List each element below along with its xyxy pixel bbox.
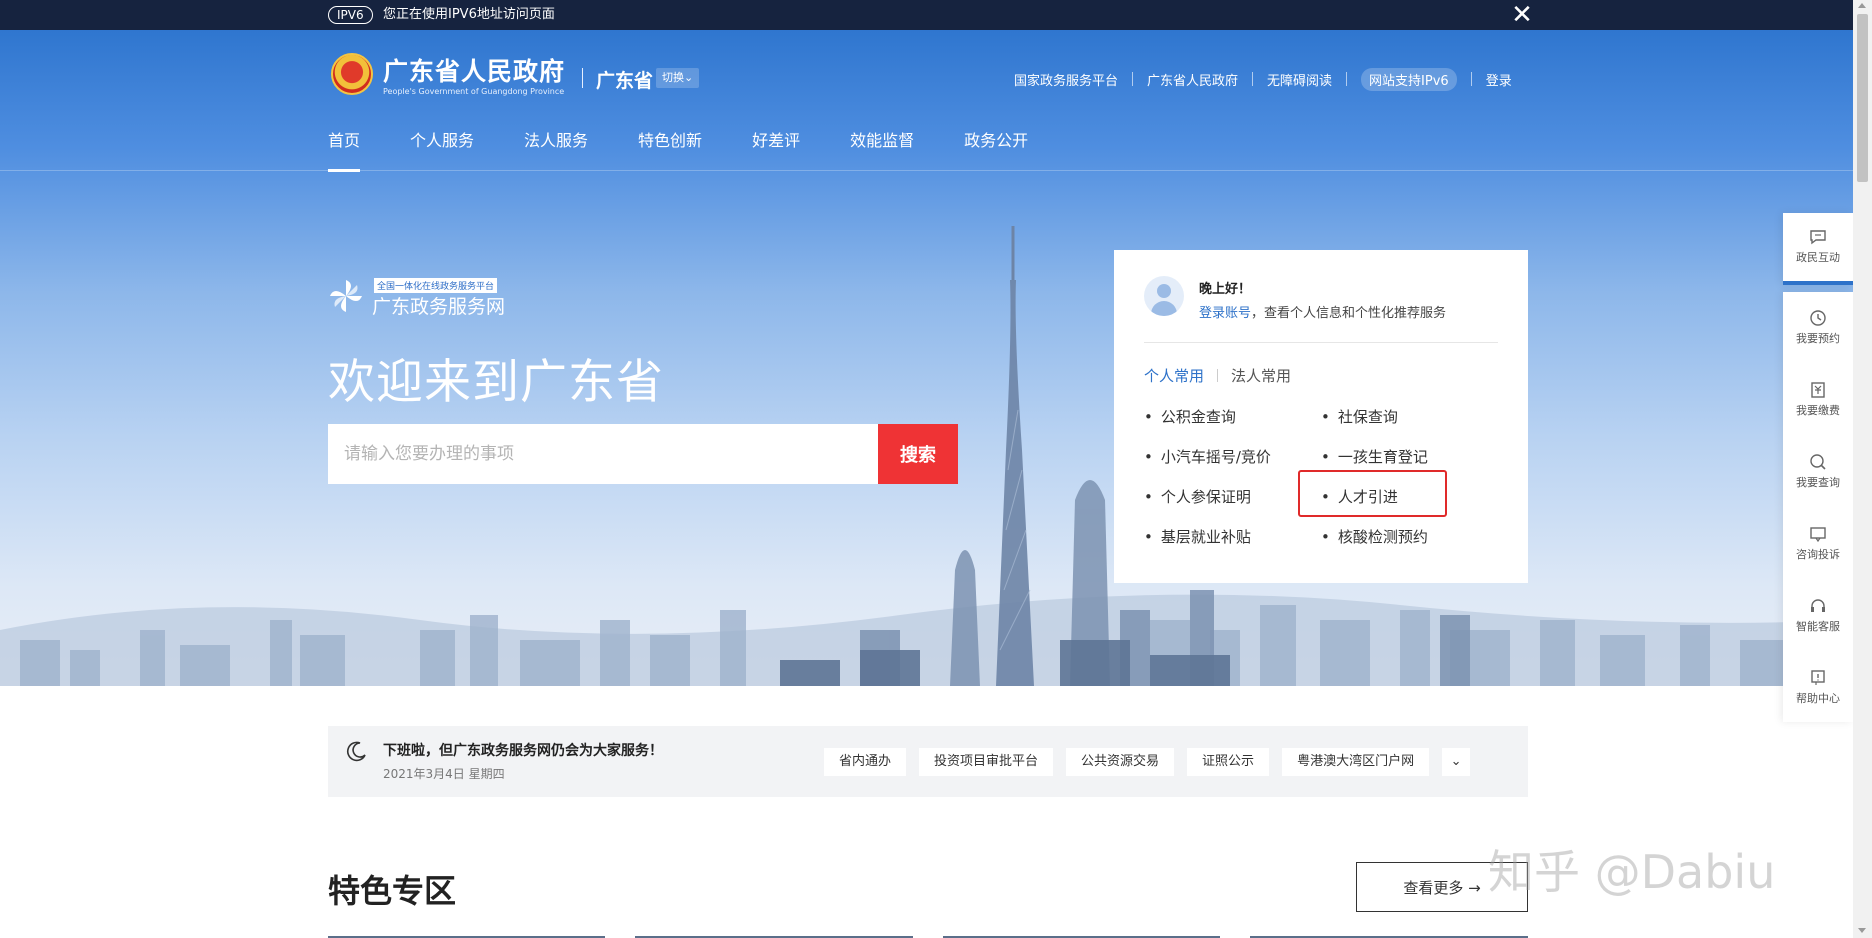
chip-license-publicity[interactable]: 证照公示 — [1187, 748, 1270, 776]
side-item-smart-service[interactable]: 智能客服 — [1783, 590, 1853, 650]
search-icon — [1810, 454, 1826, 470]
side-label: 政民互动 — [1796, 251, 1840, 264]
login-link[interactable]: 登录 — [1486, 70, 1512, 89]
quick-link[interactable]: 个人参保证明 — [1144, 486, 1251, 507]
chip-greater-bay-area[interactable]: 粤港澳大湾区门户网 — [1282, 748, 1430, 776]
chevron-down-icon[interactable]: ⌄ — [1442, 748, 1471, 776]
side-item-query[interactable]: 我要查询 — [1783, 446, 1853, 506]
side-label: 帮助中心 — [1796, 692, 1840, 705]
scroll-up-arrow-icon[interactable] — [1858, 3, 1866, 8]
link-accessibility[interactable]: 无障碍阅读 — [1267, 70, 1332, 89]
watermark: 知乎 @Dabiu — [1488, 845, 1776, 899]
welcome-heading: 欢迎来到广东省 — [328, 355, 664, 410]
moon-icon — [346, 741, 366, 762]
login-prompt-text: ，查看个人信息和个性化推荐服务 — [1251, 306, 1447, 321]
divider — [1346, 72, 1348, 86]
chat-icon — [1810, 230, 1826, 245]
clock-icon — [1810, 310, 1826, 326]
top-links: 国家政务服务平台 广东省人民政府 无障碍阅读 网站支持IPv6 登录 — [1014, 67, 1512, 91]
province-name: 广东省 — [596, 70, 654, 92]
search-input[interactable] — [328, 424, 878, 484]
side-toolbar: 我要预约 我要缴费 我要查询 咨询投诉 智能客服 帮助中心 — [1783, 292, 1853, 722]
side-label: 我要查询 — [1796, 476, 1840, 489]
side-item[interactable]: 政民互动 — [1783, 221, 1853, 281]
link-provincial-government[interactable]: 广东省人民政府 — [1147, 70, 1238, 89]
switch-region-button[interactable]: 切换⌄ — [656, 68, 700, 88]
close-icon[interactable]: ✕ — [1508, 1, 1536, 29]
quick-entry-chips: 省内通办 投资项目审批平台 公共资源交易 证照公示 粤港澳大湾区门户网 ⌄ — [824, 748, 1471, 776]
header-divider — [582, 68, 583, 88]
ipv6-notice-text: 您正在使用IPV6地址访问页面 — [383, 7, 555, 22]
tab-corporate-common[interactable]: 法人常用 — [1231, 365, 1291, 386]
side-label: 我要缴费 — [1796, 404, 1840, 417]
page-scrollbar[interactable] — [1853, 0, 1872, 938]
highlight-annotation-box — [1298, 470, 1447, 517]
main-nav: 首页 个人服务 法人服务 特色创新 好差评 效能监督 政务公开 — [328, 130, 1078, 172]
nav-corporate-services[interactable]: 法人服务 — [524, 130, 588, 172]
ipv6-support-badge[interactable]: 网站支持IPv6 — [1361, 67, 1457, 91]
ipv6-notice-bar: IPV6 您正在使用IPV6地址访问页面 ✕ — [0, 0, 1853, 30]
tab-personal-common[interactable]: 个人常用 — [1144, 365, 1204, 386]
divider — [1132, 72, 1134, 86]
quick-link[interactable]: 公积金查询 — [1144, 406, 1236, 427]
help-icon — [1811, 670, 1825, 685]
user-card: 晚上好！ 登录账号，查看个人信息和个性化推荐服务 个人常用 法人常用 公积金查询… — [1114, 250, 1528, 583]
service-notice-bar: 下班啦，但广东政务服务网仍会为大家服务！ 2021年3月4日 星期四 省内通办 … — [328, 726, 1528, 797]
search-button[interactable]: 搜索 — [878, 424, 958, 484]
nav-divider — [0, 170, 1853, 171]
nav-ratings[interactable]: 好差评 — [752, 130, 800, 172]
side-label: 智能客服 — [1796, 620, 1840, 633]
scroll-down-arrow-icon[interactable] — [1858, 928, 1866, 933]
chip-provincial-services[interactable]: 省内通办 — [824, 748, 907, 776]
nav-featured-innovation[interactable]: 特色创新 — [638, 130, 702, 172]
quick-link[interactable]: 核酸检测预约 — [1321, 526, 1428, 547]
ipv6-badge: IPV6 — [328, 6, 373, 24]
divider — [1252, 72, 1254, 86]
login-account-link[interactable]: 登录账号 — [1199, 306, 1251, 321]
city-skyline-illustration — [0, 226, 1853, 686]
site-name-english: People's Government of Guangdong Provinc… — [383, 87, 565, 96]
notice-date: 2021年3月4日 星期四 — [383, 767, 505, 781]
side-item-appointment[interactable]: 我要预约 — [1783, 302, 1853, 362]
divider — [1144, 342, 1498, 343]
side-item-payment[interactable]: 我要缴费 — [1783, 374, 1853, 434]
link-national-platform[interactable]: 国家政务服务平台 — [1014, 70, 1118, 89]
scroll-thumb[interactable] — [1857, 14, 1868, 182]
side-label: 咨询投诉 — [1796, 548, 1840, 561]
side-item-help[interactable]: 帮助中心 — [1783, 662, 1853, 722]
quick-link[interactable]: 小汽车摇号/竞价 — [1144, 446, 1271, 467]
featured-section-title: 特色专区 — [328, 872, 457, 910]
side-label: 我要预约 — [1796, 332, 1840, 345]
nav-personal-services[interactable]: 个人服务 — [410, 130, 474, 172]
headset-icon — [1811, 599, 1825, 612]
chip-public-resources[interactable]: 公共资源交易 — [1066, 748, 1175, 776]
quick-link[interactable]: 基层就业补贴 — [1144, 526, 1251, 547]
avatar — [1144, 276, 1184, 316]
nav-home[interactable]: 首页 — [328, 130, 361, 172]
national-emblem-logo — [331, 53, 373, 95]
payment-icon — [1811, 382, 1825, 398]
guangdong-service-logo-icon — [330, 280, 362, 312]
site-name: 广东省人民政府 — [383, 57, 566, 86]
quick-link[interactable]: 一孩生育登记 — [1321, 446, 1428, 467]
quick-link[interactable]: 社保查询 — [1321, 406, 1398, 427]
notice-title: 下班啦，但广东政务服务网仍会为大家服务！ — [383, 743, 663, 759]
platform-tag: 全国一体化在线政务服务平台 — [374, 278, 498, 293]
platform-name: 广东政务服务网 — [372, 296, 506, 318]
hero-banner: 广东省人民政府 People's Government of Guangdong… — [0, 30, 1853, 686]
nav-government-affairs[interactable]: 政务公开 — [964, 130, 1028, 172]
side-item-interaction[interactable]: 政民互动 — [1783, 213, 1853, 285]
greeting: 晚上好！ — [1199, 282, 1252, 297]
chip-investment-approval[interactable]: 投资项目审批平台 — [919, 748, 1054, 776]
divider — [1470, 72, 1472, 86]
complaint-icon — [1810, 527, 1826, 543]
login-prompt: 登录账号，查看个人信息和个性化推荐服务 — [1199, 302, 1446, 321]
common-services-tabs: 个人常用 法人常用 — [1144, 365, 1291, 386]
side-item-complaint[interactable]: 咨询投诉 — [1783, 518, 1853, 578]
nav-efficiency-supervision[interactable]: 效能监督 — [850, 130, 914, 172]
divider — [1217, 369, 1219, 382]
